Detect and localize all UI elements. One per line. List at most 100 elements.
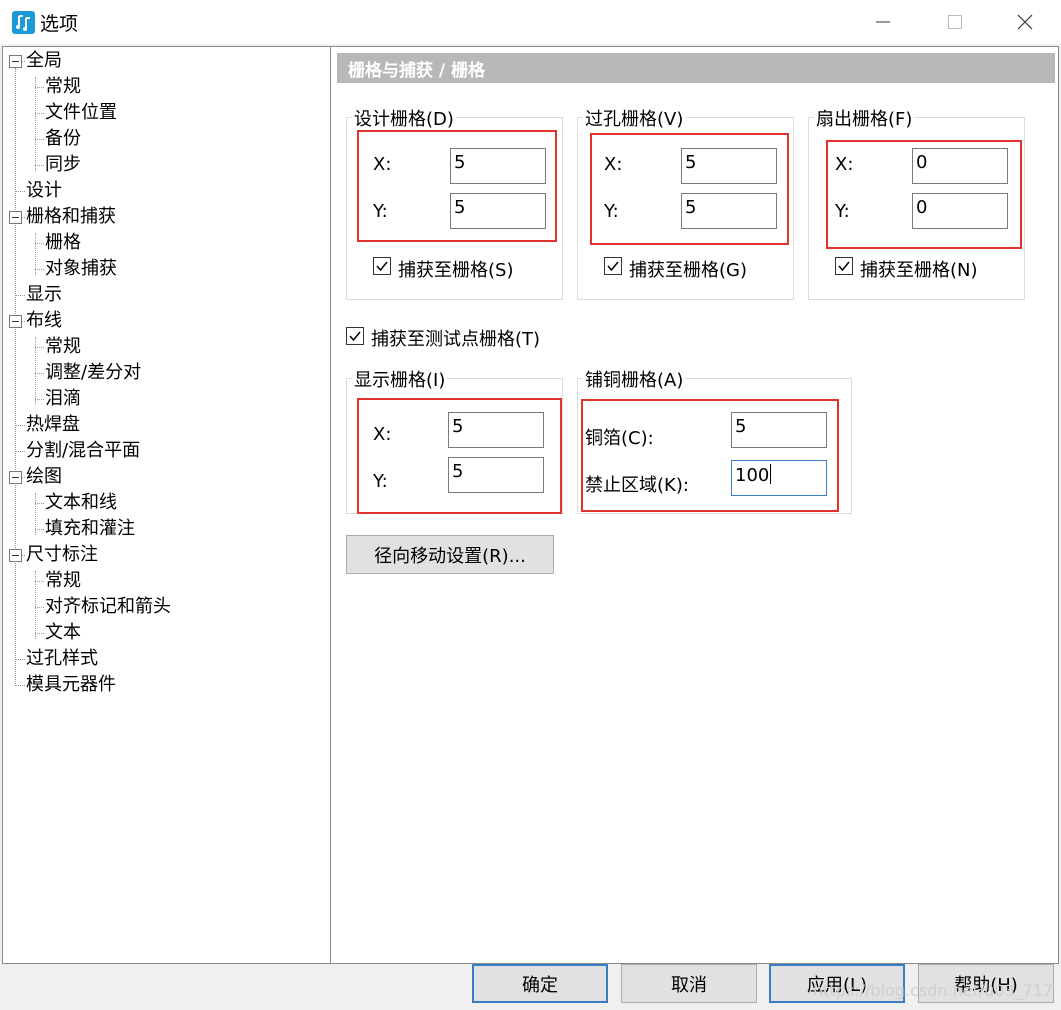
tree-item[interactable]: 栅格 <box>45 231 81 255</box>
radial-move-settings-button[interactable]: 径向移动设置(R)... <box>346 535 554 574</box>
fanout-grid-x-label: X: <box>835 154 854 175</box>
window-title: 选项 <box>40 13 79 35</box>
tree-connector <box>35 581 44 582</box>
tree-connector <box>35 347 44 348</box>
tree-connector <box>35 373 44 374</box>
fanout-grid-title: 扇出栅格(F) <box>814 105 915 131</box>
via-grid-snap-checkbox[interactable] <box>604 257 622 275</box>
copper-grid-input[interactable]: 5 <box>731 412 827 448</box>
tree-connector <box>35 113 44 114</box>
section-header: 栅格与捕获 / 栅格 <box>337 53 1055 83</box>
collapse-toggle-icon[interactable] <box>9 315 22 328</box>
tree-connector <box>35 269 44 270</box>
design-grid-y-label: Y: <box>373 201 388 222</box>
tree-item[interactable]: 同步 <box>45 153 81 177</box>
via-grid-snap-label: 捕获至栅格(G) <box>629 260 747 281</box>
tree-connector <box>15 685 25 686</box>
tree-item[interactable]: 常规 <box>45 75 81 99</box>
fanout-grid-y-label: Y: <box>835 201 850 222</box>
pour-grid-title: 铺铜栅格(A) <box>583 366 686 392</box>
keepout-value: 100 <box>735 465 770 486</box>
design-grid-y-input[interactable]: 5 <box>450 193 546 229</box>
check-icon <box>349 331 361 342</box>
tree-item[interactable]: 热焊盘 <box>26 413 80 437</box>
tree-connector <box>35 503 44 504</box>
via-grid-y-label: Y: <box>604 201 619 222</box>
tree-item[interactable]: 设计 <box>26 179 62 203</box>
tree-item[interactable]: 全局 <box>26 49 62 73</box>
tree-item[interactable]: 常规 <box>45 569 81 593</box>
tree-connector <box>15 451 25 452</box>
watermark: https://blog.csdn.net/u03_717 <box>813 981 1054 1000</box>
via-grid-y-input[interactable]: 5 <box>681 193 777 229</box>
tree-connector <box>35 139 44 140</box>
collapse-toggle-icon[interactable] <box>9 549 22 562</box>
app-logo-icon <box>12 11 35 34</box>
fanout-grid-snap-label: 捕获至栅格(N) <box>860 260 978 281</box>
copper-label: 铜箔(C): <box>585 428 654 449</box>
fanout-grid-x-input[interactable]: 0 <box>912 148 1008 184</box>
maximize-button[interactable] <box>932 0 978 44</box>
design-grid-x-input[interactable]: 5 <box>450 148 546 184</box>
check-icon <box>376 261 388 272</box>
display-grid-y-input[interactable]: 5 <box>448 457 544 493</box>
close-button[interactable] <box>1002 0 1048 44</box>
tree-connector <box>15 425 25 426</box>
tree-connector <box>35 165 44 166</box>
maximize-icon <box>948 15 962 29</box>
via-grid-x-label: X: <box>604 154 623 175</box>
tree-item[interactable]: 对象捕获 <box>45 257 117 281</box>
ok-button[interactable]: 确定 <box>472 964 608 1003</box>
tree-item[interactable]: 布线 <box>26 309 62 333</box>
snap-testpoint-checkbox[interactable] <box>346 327 364 345</box>
tree-item[interactable]: 备份 <box>45 127 81 151</box>
tree-connector <box>35 243 44 244</box>
design-grid-snap-checkbox[interactable] <box>373 257 391 275</box>
keepout-label: 禁止区域(K): <box>585 475 689 496</box>
tree-item[interactable]: 模具元器件 <box>26 673 116 697</box>
tree-connector <box>35 87 44 88</box>
tree-item[interactable]: 分割/混合平面 <box>26 439 140 463</box>
fanout-grid-snap-checkbox[interactable] <box>835 257 853 275</box>
via-grid-x-input[interactable]: 5 <box>681 148 777 184</box>
tree-connector <box>35 529 44 530</box>
tree-item[interactable]: 文本和线 <box>45 491 117 515</box>
tree-item[interactable]: 泪滴 <box>45 387 81 411</box>
tree-item[interactable]: 对齐标记和箭头 <box>45 595 171 619</box>
text-cursor <box>770 464 772 484</box>
tree-item[interactable]: 显示 <box>26 283 62 307</box>
via-grid-title: 过孔栅格(V) <box>583 105 686 131</box>
keepout-grid-input[interactable]: 100 <box>731 460 827 496</box>
fanout-grid-y-input[interactable]: 0 <box>912 193 1008 229</box>
check-icon <box>607 261 619 272</box>
tree-branch-line <box>35 77 36 171</box>
tree-item[interactable]: 调整/差分对 <box>45 361 141 385</box>
tree-root-line <box>15 68 16 686</box>
tree-item[interactable]: 文件位置 <box>45 101 117 125</box>
tree-connector <box>35 399 44 400</box>
tree-item[interactable]: 栅格和捕获 <box>26 205 116 229</box>
collapse-toggle-icon[interactable] <box>9 471 22 484</box>
tree-item[interactable]: 过孔样式 <box>26 647 98 671</box>
close-icon <box>1017 14 1033 30</box>
display-grid-x-input[interactable]: 5 <box>448 412 544 448</box>
tree-item[interactable]: 常规 <box>45 335 81 359</box>
tree-item[interactable]: 文本 <box>45 621 81 645</box>
tree-item[interactable]: 填充和灌注 <box>45 517 135 541</box>
tree-item[interactable]: 绘图 <box>26 465 62 489</box>
tree-connector <box>35 607 44 608</box>
tree-connector <box>15 295 25 296</box>
tree-item[interactable]: 尺寸标注 <box>26 543 98 567</box>
check-icon <box>838 261 850 272</box>
collapse-toggle-icon[interactable] <box>9 55 22 68</box>
tree-connector <box>15 191 25 192</box>
cancel-button[interactable]: 取消 <box>621 964 757 1003</box>
tree-connector <box>35 633 44 634</box>
design-grid-title: 设计栅格(D) <box>352 105 456 131</box>
collapse-toggle-icon[interactable] <box>9 211 22 224</box>
minimize-icon <box>876 21 890 23</box>
minimize-button[interactable] <box>860 0 906 44</box>
options-tree[interactable]: 全局 常规 文件位置 备份 同步 设计 栅格和捕获 栅格 对象捕获 显示 布线 常规 调整/差分对 泪滴热… <box>2 46 331 964</box>
tree-connector <box>15 659 25 660</box>
design-grid-x-label: X: <box>373 154 392 175</box>
